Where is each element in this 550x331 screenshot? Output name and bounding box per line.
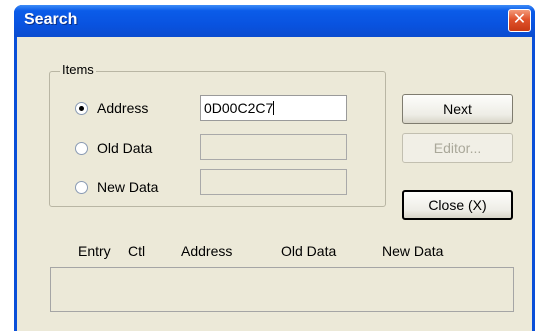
search-dialog: Search ✕ Items Address 0D00C2C7 Old Data… bbox=[14, 5, 535, 331]
column-header-old-data: Old Data bbox=[281, 243, 337, 259]
column-header-entry: Entry bbox=[78, 243, 111, 259]
address-radio-circle[interactable] bbox=[75, 101, 88, 115]
window-title: Search bbox=[24, 11, 78, 28]
next-button[interactable]: Next bbox=[402, 94, 513, 124]
new-data-radio[interactable]: New Data bbox=[75, 179, 158, 195]
address-input-value: 0D00C2C7 bbox=[204, 100, 274, 116]
old-data-radio-circle[interactable] bbox=[75, 141, 88, 155]
text-caret bbox=[273, 101, 275, 115]
column-header-new-data: New Data bbox=[382, 243, 444, 259]
new-data-input[interactable] bbox=[200, 169, 347, 195]
editor-button[interactable]: Editor... bbox=[402, 133, 513, 163]
results-list[interactable] bbox=[50, 267, 514, 312]
column-header-ctl: Ctl bbox=[128, 243, 146, 259]
new-data-radio-label: New Data bbox=[97, 179, 159, 195]
old-data-input[interactable] bbox=[200, 134, 347, 160]
dialog-body: Items Address 0D00C2C7 Old Data New Data… bbox=[17, 37, 532, 331]
address-radio-label: Address bbox=[97, 100, 149, 116]
close-window-button[interactable]: ✕ bbox=[508, 9, 531, 32]
old-data-radio-label: Old Data bbox=[97, 140, 153, 156]
items-group-label: Items bbox=[60, 62, 96, 77]
title-bar[interactable]: Search ✕ bbox=[14, 5, 535, 37]
address-input[interactable]: 0D00C2C7 bbox=[200, 95, 347, 121]
new-data-radio-circle[interactable] bbox=[75, 180, 88, 194]
close-button[interactable]: Close (X) bbox=[402, 190, 513, 220]
old-data-radio[interactable]: Old Data bbox=[75, 140, 152, 156]
column-header-address: Address bbox=[181, 243, 233, 259]
close-icon: ✕ bbox=[512, 11, 527, 28]
address-radio[interactable]: Address bbox=[75, 100, 148, 116]
